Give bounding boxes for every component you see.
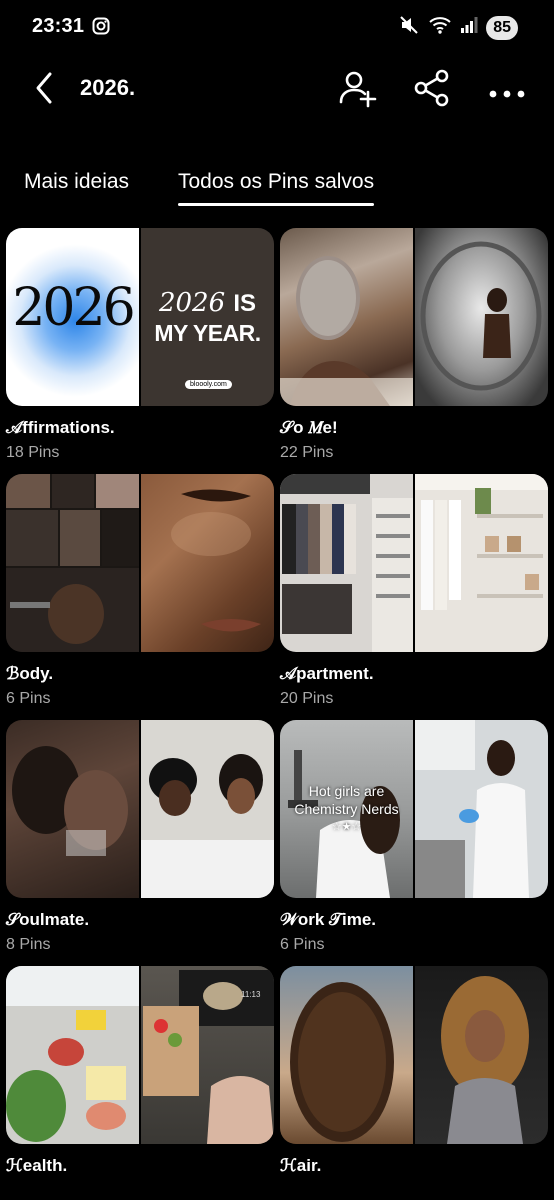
cover-image-groceries	[6, 966, 139, 1144]
board-pin-count: 6 Pins	[280, 936, 325, 953]
back-button[interactable]	[28, 68, 64, 108]
battery-indicator: 85	[486, 15, 518, 40]
board-name: ℋealth.	[6, 1156, 68, 1175]
cover-badge: bloooly.com	[185, 380, 232, 389]
cover-image-celebrity-hair	[415, 966, 548, 1144]
board-tabs: Mais ideias Todos os Pins salvos	[0, 165, 554, 206]
cover-clock-text: 11:13	[241, 990, 261, 999]
board-name: 𝒮o 𝑀e!	[280, 418, 338, 437]
signal-icon	[460, 16, 478, 39]
cover-image-cooking: 11:13	[141, 966, 274, 1144]
cover-image-chemistry-lab: Hot girls are Chemistry Nerds ☆★☆	[280, 720, 413, 898]
board-cover[interactable]	[6, 474, 274, 652]
cover-text-is: IS	[233, 290, 257, 317]
wifi-icon	[428, 15, 452, 40]
board-cover[interactable]	[280, 228, 548, 406]
cover-image-mirror-selfie	[415, 228, 548, 406]
board-cover[interactable]	[280, 474, 548, 652]
instagram-notification-icon	[92, 17, 110, 40]
board-pin-count: 18 Pins	[6, 444, 60, 461]
board-pin-count: 20 Pins	[280, 690, 334, 707]
add-collaborator-button[interactable]	[336, 66, 380, 110]
caption-stars: ☆★☆	[331, 821, 362, 833]
board-card-affirmations[interactable]: 2026 2026 IS MY YEAR. bloooly.com 𝒜ffirm…	[6, 228, 274, 462]
status-bar: 23:31 85	[0, 0, 554, 56]
cover-image-curly-hair	[280, 966, 413, 1144]
board-card-health[interactable]: 11:13 ℋealth.	[6, 966, 274, 1176]
cover-text-my-year: MY YEAR.	[154, 320, 261, 346]
cover-image-affirmation-2026: 2026	[6, 228, 139, 406]
cover-image-closet	[280, 474, 413, 652]
board-card-apartment[interactable]: 𝒜partment. 20 Pins	[280, 474, 548, 708]
board-card-hair[interactable]: ℋair.	[280, 966, 548, 1176]
board-name: ℋair.	[280, 1156, 322, 1175]
board-cover[interactable]: 2026 2026 IS MY YEAR. bloooly.com	[6, 228, 274, 406]
board-header: 2026.	[0, 60, 554, 120]
cover-image-face-mask	[280, 228, 413, 406]
tab-todos-os-pins-salvos[interactable]: Todos os Pins salvos	[178, 170, 375, 206]
board-name: 𝒜partment.	[280, 664, 374, 683]
tab-mais-ideias[interactable]: Mais ideias	[24, 170, 129, 194]
more-options-button[interactable]	[485, 66, 529, 110]
board-title: 2026.	[80, 75, 136, 100]
board-card-soulmate[interactable]: 𝒮oulmate. 8 Pins	[6, 720, 274, 954]
board-pin-count: 8 Pins	[6, 936, 51, 953]
board-name: 𝒲ork 𝒯ime.	[280, 910, 377, 929]
status-time: 23:31	[32, 15, 85, 37]
cover-text-2026: 2026	[12, 278, 135, 338]
board-name: 𝒮oulmate.	[6, 910, 90, 929]
board-cover[interactable]	[280, 966, 548, 1144]
board-cover[interactable]: Hot girls are Chemistry Nerds ☆★☆	[280, 720, 548, 898]
mute-icon	[398, 14, 420, 41]
cover-image-skin-closeup	[141, 474, 274, 652]
cover-image-couple-bed	[141, 720, 274, 898]
board-cover[interactable]	[6, 720, 274, 898]
cover-image-lab-scientist	[415, 720, 548, 898]
board-cover[interactable]: 11:13	[6, 966, 274, 1144]
board-pin-count: 22 Pins	[280, 444, 334, 461]
cover-image-gym-collage	[6, 474, 139, 652]
board-card-work-time[interactable]: Hot girls are Chemistry Nerds ☆★☆ 𝒲ork 𝒯…	[280, 720, 548, 954]
cover-image-couple-photo	[6, 720, 139, 898]
share-button[interactable]	[410, 66, 454, 110]
board-pin-count: 6 Pins	[6, 690, 51, 707]
cover-image-white-closet	[415, 474, 548, 652]
cover-image-my-year: 2026 IS MY YEAR. bloooly.com	[141, 228, 274, 406]
board-card-body[interactable]: ℬody. 6 Pins	[6, 474, 274, 708]
board-name: 𝒜ffirmations.	[6, 418, 115, 437]
cover-text-year: 2026	[158, 288, 226, 318]
caption-line-1: Hot girls are	[308, 783, 385, 799]
board-name: ℬody.	[6, 664, 54, 683]
board-card-so-me[interactable]: 𝒮o 𝑀e! 22 Pins	[280, 228, 548, 462]
caption-line-2: Chemistry Nerds	[294, 801, 399, 817]
